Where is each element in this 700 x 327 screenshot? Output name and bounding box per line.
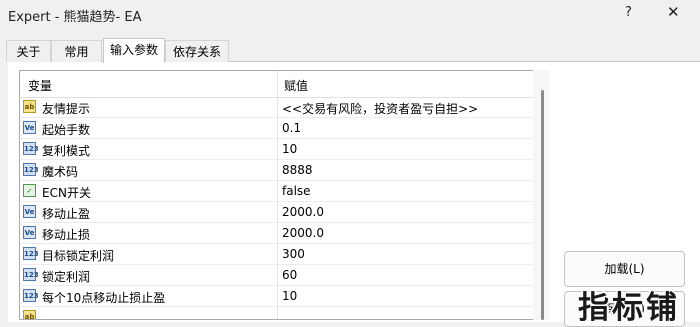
param-name: 魔术码 [42,165,79,179]
tab-common[interactable]: 常用 [51,40,102,62]
param-name: 移动止盈 [42,207,91,221]
watermark-logo: 指标铺 [578,290,680,326]
param-value[interactable]: 2000.0 [282,205,324,219]
param-value[interactable]: 300 [282,247,305,261]
close-button[interactable]: ✕ [667,3,680,21]
param-value[interactable]: 0.1 [282,121,301,135]
string-type-icon: ab [23,100,36,113]
double-type-icon: Ve [23,205,36,218]
double-type-icon: Ve [23,121,36,134]
param-value[interactable]: 2000.0 [282,226,324,240]
param-row[interactable]: 123 每个10点移动止损止盈 10 [20,286,534,307]
parameters-grid: 变量 赋值 ab 友情提示 <<交易有风险，投资者盈亏自担>> Ve 起始手数 … [19,70,549,320]
param-value[interactable]: <<交易有风险，投资者盈亏自担>> [282,100,478,117]
param-value[interactable]: 8888 [282,163,313,177]
integer-type-icon: 123 [23,247,39,260]
double-type-icon: Ve [23,226,36,239]
param-row[interactable]: 123 目标锁定利润 300 [20,244,534,265]
param-value[interactable]: 10 [282,289,297,303]
param-value[interactable]: 10 [282,142,297,156]
param-row[interactable]: ab 友情提示 <<交易有风险，投资者盈亏自担>> [20,97,534,118]
string-type-icon: ab [23,310,36,319]
boolean-type-icon: ✓ [23,184,36,197]
param-name: ECN开关 [42,186,91,200]
integer-type-icon: 123 [23,289,39,302]
param-name: 复利模式 [42,144,91,158]
param-row[interactable]: Ve 移动止盈 2000.0 [20,202,534,223]
param-value[interactable]: 60 [282,268,297,282]
param-name: 起始手数 [42,123,91,137]
param-row-partial[interactable]: ab [20,307,534,319]
column-header-variable[interactable]: 变量 [28,77,52,94]
title-bar: Expert - 熊猫趋势- EA ? ✕ [0,0,700,30]
param-row[interactable]: 123 复利模式 10 [20,139,534,160]
param-name: 每个10点移动止损止盈 [42,291,166,305]
tab-about[interactable]: 关于 [6,40,51,62]
tab-input-params[interactable]: 输入参数 [103,38,165,63]
param-row[interactable]: 123 锁定利润 60 [20,265,534,286]
param-row[interactable]: 123 魔术码 8888 [20,160,534,181]
param-row[interactable]: Ve 起始手数 0.1 [20,118,534,139]
param-row[interactable]: Ve 移动止损 2000.0 [20,223,534,244]
scrollbar-thumb[interactable] [541,90,544,320]
integer-type-icon: 123 [23,163,39,176]
param-name: 移动止损 [42,228,91,242]
help-button[interactable]: ? [625,5,632,20]
tab-dependencies[interactable]: 依存关系 [165,40,229,62]
integer-type-icon: 123 [23,142,39,155]
integer-type-icon: 123 [23,268,39,281]
window-title: Expert - 熊猫趋势- EA [8,10,142,25]
column-header-value[interactable]: 赋值 [284,77,308,94]
param-name: 目标锁定利润 [42,249,115,263]
param-value[interactable]: false [282,184,311,198]
param-name: 友情提示 [42,102,91,116]
param-name: 锁定利润 [42,270,91,284]
grid-header: 变量 赋值 [20,71,548,98]
param-row[interactable]: ✓ ECN开关 false [20,181,534,202]
